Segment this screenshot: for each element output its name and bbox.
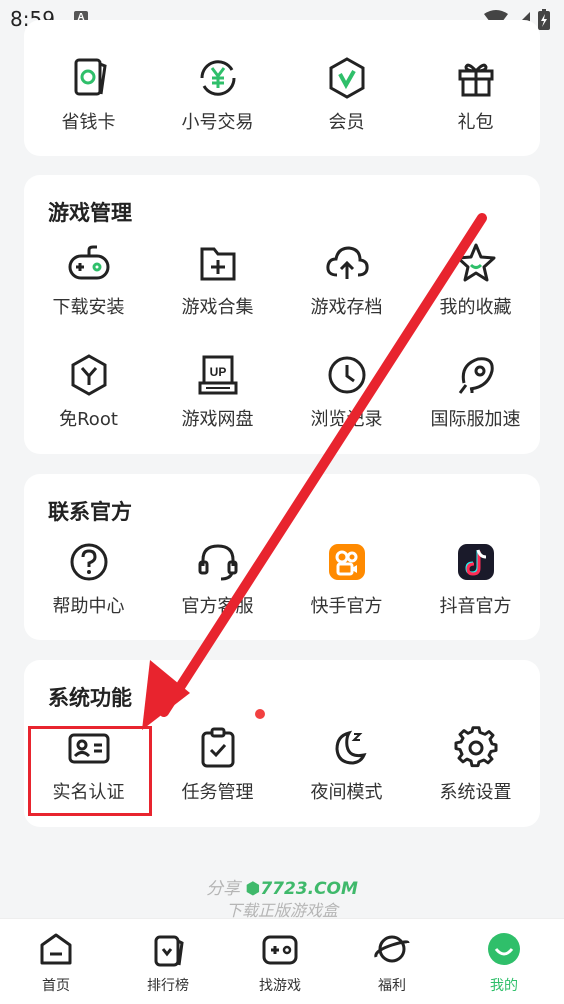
game-item-label: 游戏网盘	[181, 409, 254, 430]
contact-item-douyin[interactable]: 抖音官方	[411, 538, 540, 618]
game-item-label: 免Root	[59, 409, 118, 430]
game-item-intl-accel[interactable]: 国际服加速	[411, 351, 540, 431]
game-item-favorites[interactable]: 我的收藏	[411, 239, 540, 319]
gamepad-icon	[68, 245, 109, 280]
up-drive-icon: UP	[198, 355, 237, 395]
game-item-label: 国际服加速	[430, 409, 521, 430]
battery-icon	[538, 9, 550, 30]
game-item-label: 游戏存档	[310, 297, 383, 318]
hexagon-y-icon	[71, 354, 106, 396]
gift-icon	[458, 63, 493, 97]
highlight-box	[28, 726, 152, 816]
gear-icon	[454, 726, 497, 768]
contact-item-label: 官方客服	[181, 596, 254, 617]
section-title: 系统功能	[48, 686, 132, 710]
nav-label: 排行榜	[147, 978, 189, 994]
clipboard-check-icon	[201, 727, 234, 768]
contact-official-card: 联系官方 帮助中心 官方客服 快手官方 抖音官方	[24, 474, 540, 640]
nav-label: 找游戏	[259, 978, 301, 994]
cloud-upload-icon	[325, 246, 369, 279]
folder-plus-icon	[200, 247, 235, 281]
star-icon	[456, 243, 495, 282]
system-item-label: 任务管理	[181, 782, 254, 803]
planet-icon	[374, 935, 410, 963]
contact-item-help[interactable]: 帮助中心	[24, 538, 153, 618]
quick-item-gift[interactable]: 礼包	[411, 54, 540, 134]
contact-item-label: 帮助中心	[52, 596, 125, 617]
game-item-collection[interactable]: 游戏合集	[153, 239, 282, 319]
contact-item-kuaishou[interactable]: 快手官方	[282, 538, 411, 618]
system-item-label: 系统设置	[439, 782, 512, 803]
game-item-save[interactable]: 游戏存档	[282, 239, 411, 319]
bottom-nav: 首页 排行榜 找游戏 福利 我的	[0, 918, 564, 1004]
clock-icon	[328, 356, 365, 394]
kuaishou-icon	[328, 544, 365, 580]
footer-brand: 7723.COM	[260, 879, 358, 899]
quick-item-label: 小号交易	[181, 112, 254, 133]
nav-home[interactable]: 首页	[0, 929, 112, 995]
nav-welfare[interactable]: 福利	[336, 929, 448, 995]
nav-label: 首页	[42, 978, 70, 994]
nav-ranking[interactable]: 排行榜	[112, 929, 224, 995]
game-item-history[interactable]: 浏览记录	[282, 351, 411, 431]
game-item-download[interactable]: 下载安装	[24, 239, 153, 319]
headset-icon	[198, 544, 237, 581]
nav-label: 我的	[490, 978, 518, 994]
brand-logo-icon: ⬢	[245, 879, 261, 899]
nav-label: 福利	[378, 978, 406, 994]
quick-item-account-trade[interactable]: 小号交易	[153, 54, 282, 134]
quick-actions-card: 省钱卡 小号交易 会员 礼包	[24, 20, 540, 156]
game-item-cloud-drive[interactable]: UP 游戏网盘	[153, 351, 282, 431]
game-item-label: 下载安装	[52, 297, 125, 318]
footer-share-line: 分享 ⬢7723.COM	[0, 874, 564, 899]
game-item-label: 我的收藏	[439, 297, 512, 318]
quick-item-savings-card[interactable]: 省钱卡	[24, 54, 153, 134]
game-management-card: 游戏管理 下载安装 游戏合集 游戏存档 我的收藏 免Root UP 游戏网盘 浏…	[24, 175, 540, 454]
contact-item-label: 快手官方	[310, 596, 383, 617]
svg-text:UP: UP	[209, 365, 226, 379]
ranking-icon	[154, 935, 184, 967]
nav-find-game[interactable]: 找游戏	[224, 929, 336, 995]
system-item-label: 夜间模式	[310, 782, 383, 803]
quick-item-vip[interactable]: 会员	[282, 54, 411, 134]
quick-item-label: 礼包	[457, 112, 494, 133]
section-title: 联系官方	[48, 500, 132, 524]
contact-item-support[interactable]: 官方客服	[153, 538, 282, 618]
vip-badge-icon	[329, 57, 364, 99]
game-item-label: 浏览记录	[310, 409, 383, 430]
notification-dot	[255, 709, 265, 719]
profile-icon	[488, 933, 520, 965]
game-item-label: 游戏合集	[181, 297, 254, 318]
card-icon	[74, 58, 107, 96]
nav-mine[interactable]: 我的	[448, 929, 560, 995]
yen-exchange-icon	[199, 60, 236, 96]
game-item-no-root[interactable]: 免Root	[24, 351, 153, 431]
quick-item-label: 省钱卡	[61, 112, 116, 133]
footer-share-prefix: 分享	[206, 879, 241, 899]
section-title: 游戏管理	[48, 201, 132, 225]
douyin-icon	[457, 544, 494, 580]
contact-item-label: 抖音官方	[439, 596, 512, 617]
system-item-night-mode[interactable]: 夜间模式	[282, 724, 411, 804]
quick-item-label: 会员	[328, 112, 365, 133]
rocket-icon	[458, 357, 494, 394]
find-game-icon	[262, 935, 298, 965]
home-icon	[40, 933, 72, 965]
system-item-settings[interactable]: 系统设置	[411, 724, 540, 804]
moon-icon	[334, 730, 367, 765]
question-icon	[70, 543, 107, 581]
system-item-tasks[interactable]: 任务管理	[153, 724, 282, 804]
